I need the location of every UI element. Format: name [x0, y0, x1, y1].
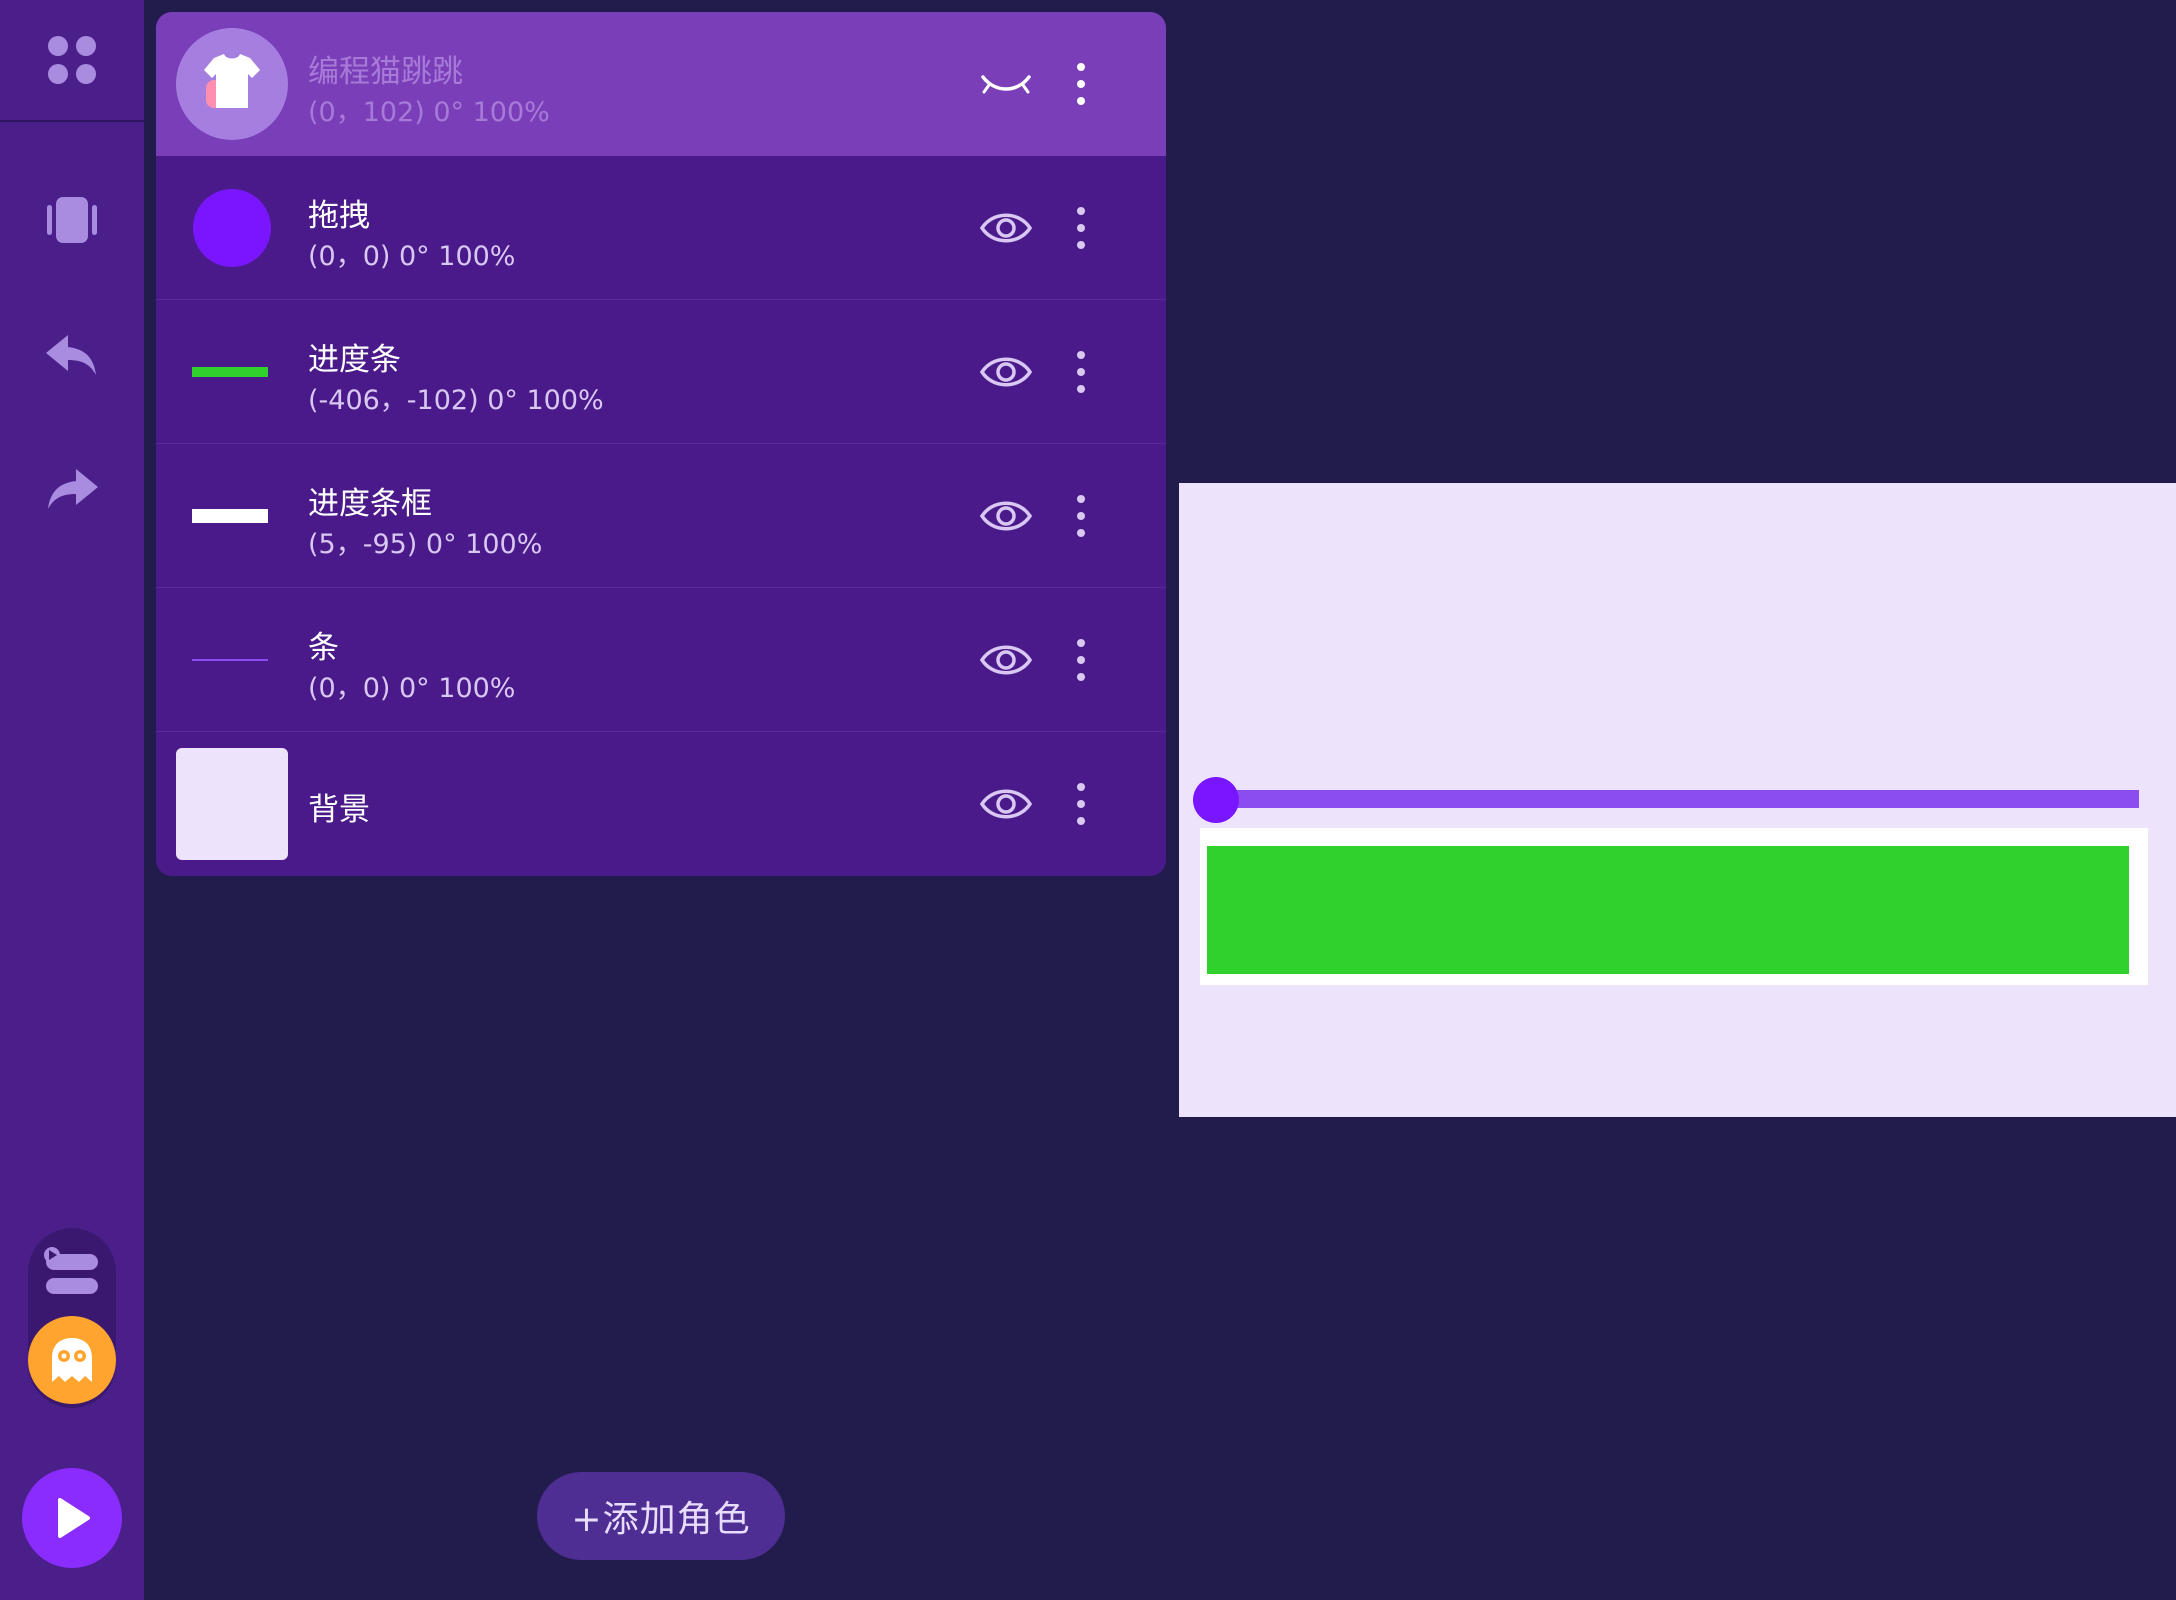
eye-icon[interactable]: [974, 630, 1038, 690]
apps-grid-icon[interactable]: [22, 10, 122, 110]
more-options-icon[interactable]: [1058, 486, 1104, 546]
eye-icon[interactable]: [974, 486, 1038, 546]
sprite-name: 背景: [308, 792, 370, 828]
sprite-meta: (0，102) 0° 100%: [308, 97, 550, 128]
background-swatch-icon: [176, 748, 288, 860]
sprite-row[interactable]: 条 (0，0) 0° 100%: [156, 588, 1166, 732]
shirt-icon: [176, 28, 288, 140]
eye-icon[interactable]: [974, 342, 1038, 402]
more-options-icon[interactable]: [1058, 54, 1104, 114]
more-options-icon[interactable]: [1058, 774, 1104, 834]
sprite-name: 条: [308, 630, 339, 666]
stage-preview[interactable]: [1179, 483, 2176, 1117]
thin-line-icon: [176, 604, 288, 716]
sprite-row[interactable]: 编程猫跳跳 (0，102) 0° 100%: [156, 12, 1166, 156]
ghost-avatar-icon[interactable]: [28, 1316, 116, 1404]
progress-bar-fill: [1207, 846, 2129, 974]
sprite-name: 编程猫跳跳: [308, 54, 463, 90]
sprite-meta: (5，-95) 0° 100%: [308, 529, 543, 560]
white-bar-icon: [176, 460, 288, 572]
sprite-row[interactable]: 拖拽 (0，0) 0° 100%: [156, 156, 1166, 300]
sprite-row[interactable]: 背景: [156, 732, 1166, 876]
sidebar-divider: [0, 120, 144, 122]
more-options-icon[interactable]: [1058, 342, 1104, 402]
sprite-row[interactable]: 进度条 (-406，-102) 0° 100%: [156, 300, 1166, 444]
more-options-icon[interactable]: [1058, 630, 1104, 690]
blocks-icon[interactable]: [42, 1246, 102, 1304]
sprite-name: 进度条框: [308, 486, 432, 522]
add-sprite-button[interactable]: +添加角色: [537, 1472, 785, 1560]
sprite-row[interactable]: 进度条框 (5，-95) 0° 100%: [156, 444, 1166, 588]
sprite-meta: (0，0) 0° 100%: [308, 673, 516, 704]
slider-track: [1213, 790, 2139, 808]
sprite-meta: (-406，-102) 0° 100%: [308, 385, 604, 416]
play-button[interactable]: [22, 1468, 122, 1568]
play-icon: [58, 1498, 90, 1538]
green-bar-icon: [176, 316, 288, 428]
redo-icon[interactable]: [22, 440, 122, 540]
sidebar: [0, 0, 144, 1600]
eye-icon[interactable]: [974, 198, 1038, 258]
purple-circle-icon: [176, 172, 288, 284]
sprite-name: 拖拽: [308, 198, 370, 234]
more-options-icon[interactable]: [1058, 198, 1104, 258]
sprite-name: 进度条: [308, 342, 401, 378]
eye-closed-icon[interactable]: [974, 54, 1038, 114]
undo-icon[interactable]: [22, 306, 122, 406]
sprite-meta: (0，0) 0° 100%: [308, 241, 516, 272]
sprite-list-panel: 编程猫跳跳 (0，102) 0° 100% 拖拽 (0，0) 0° 100% 进…: [156, 12, 1166, 876]
vibrate-device-icon[interactable]: [22, 170, 122, 270]
slider-knob[interactable]: [1193, 777, 1239, 823]
eye-icon[interactable]: [974, 774, 1038, 834]
